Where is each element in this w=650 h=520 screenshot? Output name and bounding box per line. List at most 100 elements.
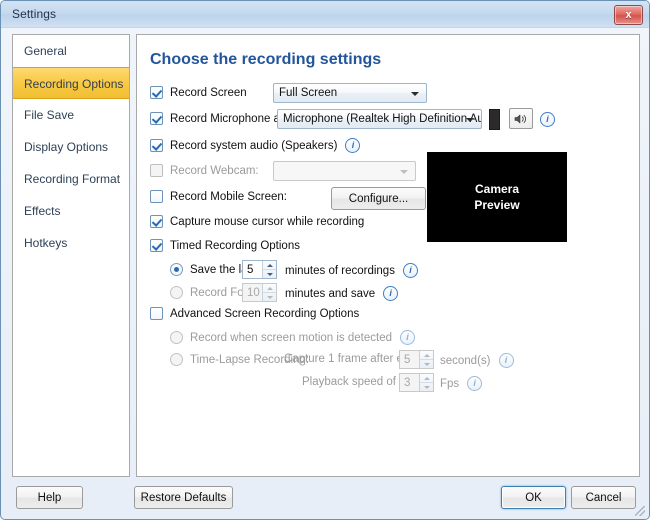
time-lapse-seconds-suffix-row: second(s) i <box>440 353 514 368</box>
sidebar-item-general[interactable]: General <box>13 35 129 67</box>
record-mobile-screen-label: Record Mobile Screen: <box>170 190 287 203</box>
configure-mobile-label: Configure... <box>348 192 409 205</box>
record-for-info-icon[interactable]: i <box>383 286 399 301</box>
resize-grip-icon[interactable] <box>635 506 645 516</box>
record-mobile-screen-row: Record Mobile Screen: <box>150 190 287 203</box>
page-title: Choose the recording settings <box>150 51 382 68</box>
motion-detect-info-icon[interactable]: i <box>400 330 415 345</box>
stepper-arrows[interactable] <box>262 261 276 278</box>
playback-speed-stepper[interactable]: 3 <box>399 373 434 392</box>
sidebar-item-hotkeys[interactable]: Hotkeys <box>13 227 129 259</box>
record-screen-row: Record Screen <box>150 86 247 99</box>
sidebar-item-label: Hotkeys <box>24 236 68 250</box>
sidebar-item-recording-format[interactable]: Recording Format <box>13 163 129 195</box>
record-screen-label: Record Screen <box>170 86 247 99</box>
sidebar-item-display-options[interactable]: Display Options <box>13 131 129 163</box>
save-last-minutes-stepper[interactable]: 5 <box>242 260 277 279</box>
record-for-minutes-value: 10 <box>247 286 260 299</box>
cancel-button[interactable]: Cancel <box>571 486 636 509</box>
playback-speed-info-icon[interactable]: i <box>467 376 483 391</box>
motion-detect-label: Record when screen motion is detected <box>190 331 392 344</box>
save-last-info-icon[interactable]: i <box>402 263 418 278</box>
time-lapse-seconds-suffix: second(s) <box>440 354 491 367</box>
playback-speed-suffix: Fps <box>440 377 460 390</box>
configure-mobile-button[interactable]: Configure... <box>331 187 426 210</box>
save-last-radio[interactable] <box>170 263 183 276</box>
webcam-device-dropdown[interactable] <box>273 161 416 181</box>
chevron-down-icon <box>466 118 474 122</box>
record-for-suffix: minutes and save <box>285 287 376 300</box>
settings-content-panel: Choose the recording settings Record Scr… <box>136 34 640 477</box>
microphone-device-dropdown[interactable]: Microphone (Realtek High Definition Audi… <box>277 109 482 129</box>
motion-detect-radio[interactable] <box>170 331 183 344</box>
speaker-icon <box>514 114 526 123</box>
sidebar-item-file-save[interactable]: File Save <box>13 99 129 131</box>
record-system-audio-checkbox[interactable] <box>150 139 163 152</box>
ok-label: OK <box>525 491 542 504</box>
restore-defaults-label: Restore Defaults <box>140 491 227 504</box>
record-webcam-checkbox[interactable] <box>150 164 163 177</box>
help-button[interactable]: Help <box>16 486 83 509</box>
advanced-options-checkbox[interactable] <box>150 307 163 320</box>
speaker-test-button[interactable] <box>509 108 533 129</box>
cancel-label: Cancel <box>585 491 622 504</box>
stepper-arrows[interactable] <box>419 374 433 391</box>
record-for-label: Record For <box>190 286 248 299</box>
record-system-audio-row: Record system audio (Speakers) i <box>150 138 361 153</box>
record-microphone-checkbox[interactable] <box>150 112 163 125</box>
sidebar-item-effects[interactable]: Effects <box>13 195 129 227</box>
record-for-row: Record For <box>170 286 248 299</box>
close-icon: x <box>625 9 632 21</box>
sidebar-item-label: Recording Format <box>24 172 121 186</box>
close-button[interactable]: x <box>614 5 643 25</box>
record-system-audio-label: Record system audio (Speakers) <box>170 139 338 152</box>
record-for-radio[interactable] <box>170 286 183 299</box>
stepper-up-icon <box>420 351 433 360</box>
stepper-up-icon <box>263 261 276 270</box>
record-screen-mode-value: Full Screen <box>279 87 338 99</box>
chevron-down-icon <box>411 92 419 96</box>
record-screen-mode-dropdown[interactable]: Full Screen <box>273 83 427 103</box>
timed-recording-row: Timed Recording Options <box>150 239 300 252</box>
playback-speed-suffix-row: Fps i <box>440 376 483 391</box>
stepper-down-icon <box>263 293 276 301</box>
record-mobile-screen-checkbox[interactable] <box>150 190 163 203</box>
restore-defaults-button[interactable]: Restore Defaults <box>134 486 233 509</box>
record-for-minutes-stepper[interactable]: 10 <box>242 283 277 302</box>
time-lapse-radio[interactable] <box>170 353 183 366</box>
settings-window: Settings x General Recording Options Fil… <box>0 0 650 520</box>
advanced-options-row: Advanced Screen Recording Options <box>150 307 359 320</box>
time-lapse-capture-info-icon[interactable]: i <box>498 353 514 368</box>
camera-preview-line1: Camera <box>474 181 520 196</box>
capture-cursor-row: Capture mouse cursor while recording <box>150 215 364 228</box>
title-bar: Settings x <box>1 1 649 28</box>
microphone-device-value: Microphone (Realtek High Definition Audi… <box>283 113 481 125</box>
stepper-down-icon <box>263 270 276 278</box>
stepper-arrows[interactable] <box>419 351 433 368</box>
chevron-down-icon <box>400 170 408 174</box>
save-last-minutes-value: 5 <box>247 263 254 276</box>
record-webcam-label: Record Webcam: <box>170 164 259 177</box>
record-screen-checkbox[interactable] <box>150 86 163 99</box>
capture-cursor-label: Capture mouse cursor while recording <box>170 215 365 228</box>
playback-speed-value: 3 <box>404 376 411 389</box>
sidebar-item-label: Display Options <box>24 140 109 154</box>
capture-cursor-checkbox[interactable] <box>150 215 163 228</box>
time-lapse-seconds-stepper[interactable]: 5 <box>399 350 434 369</box>
sidebar-item-label: Effects <box>24 204 61 218</box>
record-for-suffix-row: minutes and save i <box>285 286 399 301</box>
stepper-up-icon <box>420 374 433 383</box>
stepper-up-icon <box>263 284 276 293</box>
window-title: Settings <box>12 7 57 21</box>
record-webcam-row: Record Webcam: <box>150 164 259 177</box>
system-audio-info-icon[interactable]: i <box>345 138 361 153</box>
sidebar-item-label: General <box>24 44 67 58</box>
stepper-arrows[interactable] <box>262 284 276 301</box>
microphone-info-icon[interactable]: i <box>540 112 555 127</box>
timed-recording-label: Timed Recording Options <box>170 239 300 252</box>
timed-recording-checkbox[interactable] <box>150 239 163 252</box>
sidebar-item-recording-options[interactable]: Recording Options <box>13 67 129 99</box>
ok-button[interactable]: OK <box>501 486 566 509</box>
stepper-down-icon <box>420 360 433 368</box>
microphone-level-meter <box>489 109 500 130</box>
